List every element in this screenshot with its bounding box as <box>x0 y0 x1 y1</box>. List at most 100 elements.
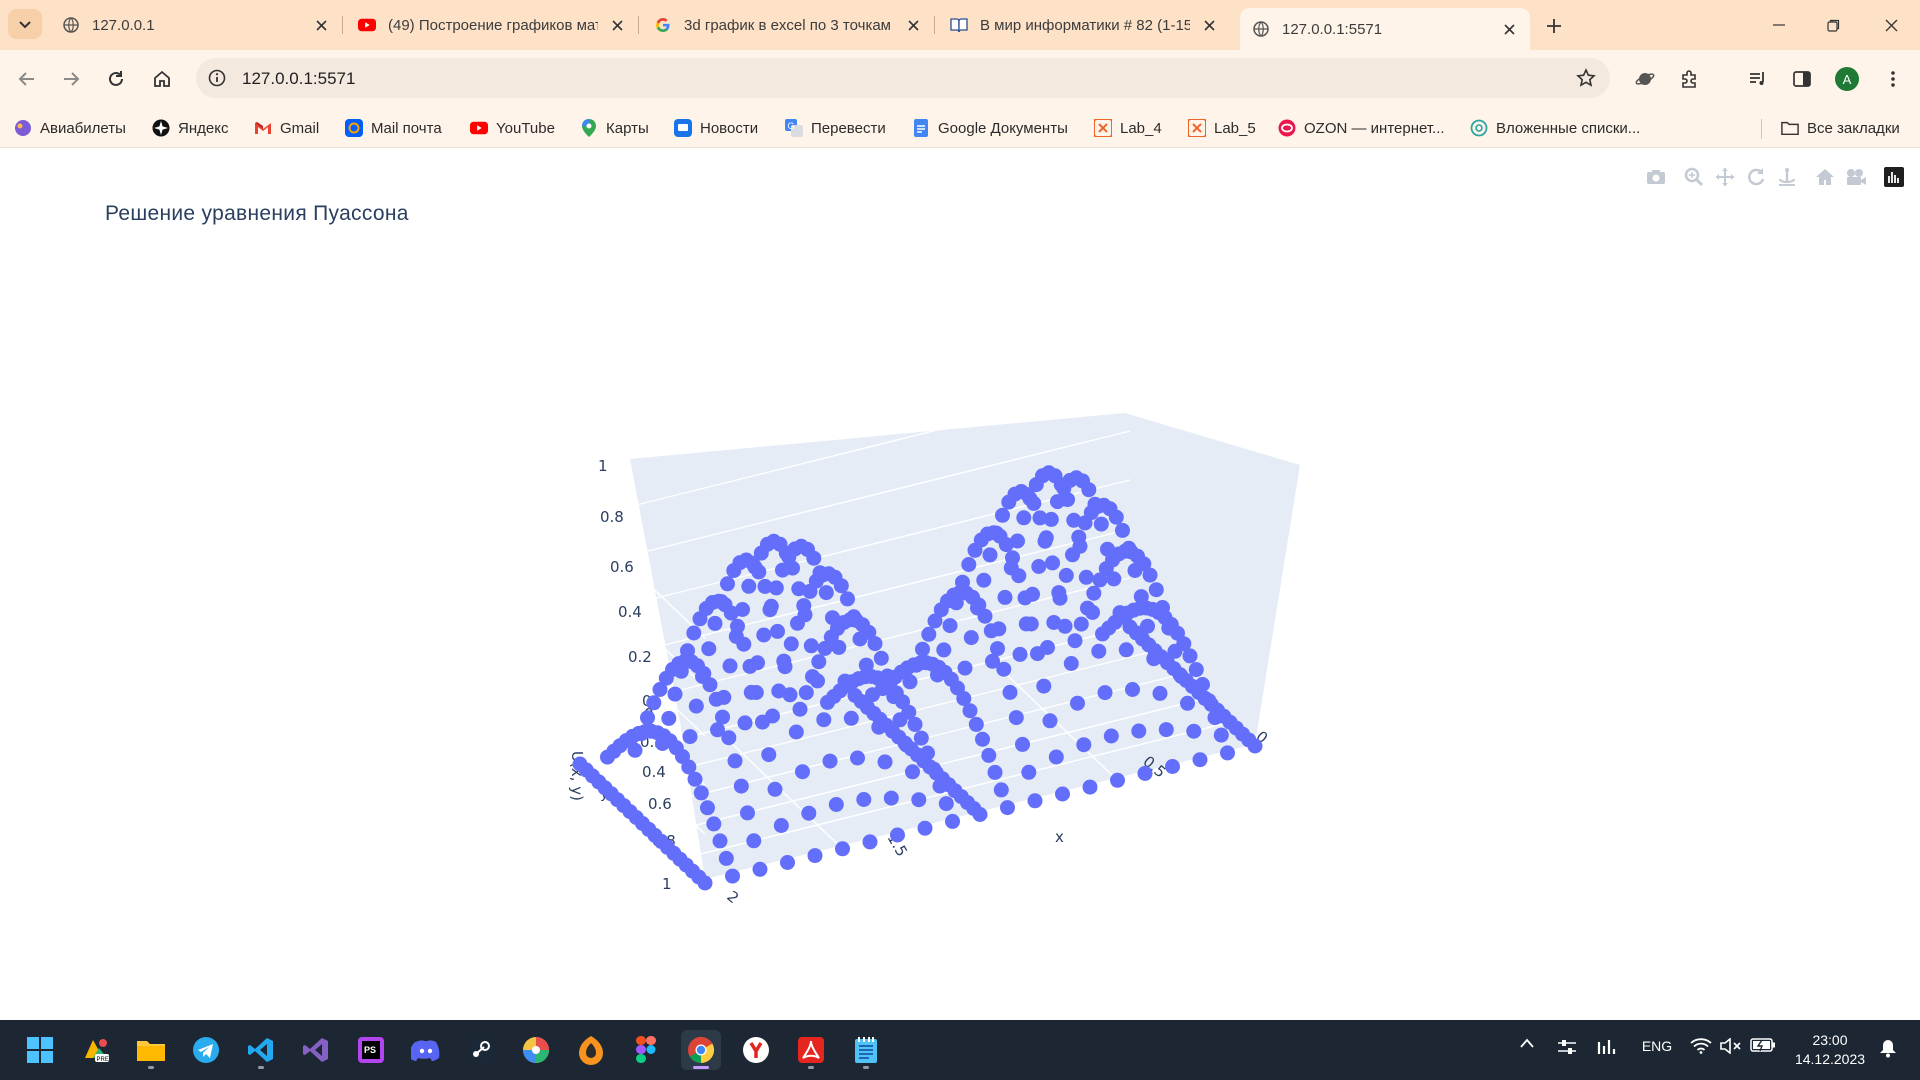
visual-studio-icon[interactable] <box>296 1030 336 1070</box>
bookmark-label: Вложенные списки... <box>1496 119 1641 137</box>
scatter-point <box>1085 604 1100 620</box>
site-info-icon[interactable] <box>204 65 230 91</box>
bookmark-google-docs[interactable]: Google Документы <box>912 116 1068 140</box>
profile-avatar[interactable]: A <box>1835 67 1859 91</box>
tab-1[interactable]: 127.0.0.1 <box>50 8 343 42</box>
fl-studio-icon[interactable] <box>571 1030 611 1070</box>
close-window-button[interactable] <box>1868 10 1914 40</box>
settings-sliders-icon[interactable] <box>1556 1038 1578 1056</box>
scatter-point <box>968 716 984 732</box>
close-icon[interactable] <box>1500 20 1518 38</box>
figma-icon[interactable] <box>626 1030 666 1070</box>
color-wheel-icon[interactable] <box>516 1030 556 1070</box>
steam-icon[interactable] <box>461 1030 501 1070</box>
close-icon[interactable] <box>904 16 922 34</box>
windows-start-icon[interactable] <box>20 1030 60 1070</box>
scatter-point <box>1027 793 1043 809</box>
scatter-point <box>907 716 923 732</box>
home-button[interactable] <box>145 62 179 96</box>
bookmark-yandex[interactable]: Яндекс <box>152 116 228 140</box>
scatter-point <box>920 745 935 761</box>
tab-search-button[interactable] <box>8 9 42 39</box>
scatter-point <box>742 658 758 674</box>
scatter-point <box>890 827 905 843</box>
tab-3[interactable]: 3d график в excel по 3 точкам <box>642 8 935 42</box>
3d-scatter-scene[interactable]: U(x, y) y x 1 0.8 0.6 0.4 0.2 0 0 0.2 0.… <box>0 149 1920 1020</box>
signal-bars-icon[interactable] <box>1596 1038 1618 1054</box>
scatter-point <box>850 750 865 766</box>
back-button[interactable] <box>10 62 44 96</box>
scatter-point <box>708 691 724 707</box>
close-icon[interactable] <box>1200 16 1218 34</box>
scatter-point <box>782 687 798 703</box>
bookmark-star-icon[interactable] <box>1574 66 1598 90</box>
scatter-point <box>725 868 740 884</box>
translate-icon: G <box>785 119 803 137</box>
acrobat-icon[interactable] <box>791 1030 831 1070</box>
yandex-browser-icon[interactable] <box>736 1030 776 1070</box>
browser-menu-button[interactable] <box>1876 62 1910 96</box>
chevron-up-icon[interactable] <box>1516 1038 1538 1048</box>
scatter-point <box>1081 482 1097 498</box>
new-tab-button[interactable] <box>1540 12 1568 40</box>
photos-icon[interactable]: PRE <box>76 1030 116 1070</box>
bookmark-label: Яндекс <box>178 119 229 137</box>
vscode-icon[interactable] <box>241 1030 281 1070</box>
url-text[interactable]: 127.0.0.1:5571 <box>242 69 355 89</box>
bookmark-lab4[interactable]: Lab_4 <box>1094 116 1162 140</box>
arrow-right-icon <box>64 72 80 86</box>
volume-muted-icon[interactable] <box>1720 1038 1742 1054</box>
docs-icon <box>912 119 930 137</box>
bookmark-lab5[interactable]: Lab_5 <box>1188 116 1256 140</box>
restore-button[interactable] <box>1810 10 1856 40</box>
bookmark-maps[interactable]: Карты <box>580 116 649 140</box>
side-panel-button[interactable] <box>1785 62 1819 96</box>
tab-4[interactable]: В мир информатики # 82 (1-15 <box>938 8 1230 42</box>
wifi-icon[interactable] <box>1690 1038 1712 1054</box>
bookmark-nested-lists[interactable]: Вложенные списки... <box>1470 116 1640 140</box>
z-tick-label: 0.2 <box>628 648 652 666</box>
scatter-point <box>706 816 722 832</box>
scatter-point <box>1182 648 1198 664</box>
close-icon[interactable] <box>312 16 330 34</box>
scatter-point <box>737 715 753 731</box>
battery-charging-icon[interactable] <box>1750 1038 1776 1052</box>
scatter-point <box>688 698 704 714</box>
discord-icon[interactable] <box>406 1030 446 1070</box>
notepad-icon[interactable] <box>846 1030 886 1070</box>
y-tick-label: 0.4 <box>642 763 666 781</box>
mail-icon <box>345 119 363 137</box>
language-indicator[interactable]: ENG <box>1640 1038 1674 1054</box>
reload-button[interactable] <box>99 62 133 96</box>
tab-title: (49) Построение графиков мат <box>388 16 598 34</box>
media-control-button[interactable] <box>1741 62 1775 96</box>
file-explorer-icon[interactable] <box>131 1030 171 1070</box>
bookmark-youtube[interactable]: YouTube <box>470 116 555 140</box>
scatter-point <box>1055 786 1070 802</box>
phpstorm-icon[interactable]: PS <box>351 1030 391 1070</box>
forward-button[interactable] <box>54 62 88 96</box>
extensions-button[interactable] <box>1673 62 1707 96</box>
all-bookmarks-button[interactable]: Все закладки <box>1781 116 1900 140</box>
scatter-point <box>1078 569 1094 585</box>
globe-icon <box>62 16 80 34</box>
bookmark-mail[interactable]: Mail почта <box>345 116 442 140</box>
notification-bell-icon[interactable] <box>1876 1038 1900 1058</box>
scatter-point <box>877 754 893 770</box>
tab-2[interactable]: (49) Построение графиков мат <box>346 8 639 42</box>
bookmark-news[interactable]: Новости <box>674 116 758 140</box>
telegram-icon[interactable] <box>186 1030 226 1070</box>
bookmark-translate[interactable]: G Перевести <box>785 116 886 140</box>
scatter-point <box>898 737 914 753</box>
address-bar[interactable]: 127.0.0.1:5571 <box>196 58 1610 98</box>
minimize-button[interactable] <box>1756 10 1802 40</box>
close-icon[interactable] <box>608 16 626 34</box>
scatter-point <box>917 820 933 836</box>
bookmark-gmail[interactable]: Gmail <box>254 116 319 140</box>
system-clock[interactable]: 23:00 14.12.2023 <box>1790 1031 1870 1069</box>
chrome-icon[interactable] <box>681 1030 721 1070</box>
tab-5-active[interactable]: 127.0.0.1:5571 <box>1240 8 1530 50</box>
bookmark-ozon[interactable]: OZON — интернет... <box>1278 116 1445 140</box>
bookmark-aviabilety[interactable]: Авиабилеты <box>14 116 126 140</box>
extension-planet-button[interactable] <box>1628 62 1662 96</box>
